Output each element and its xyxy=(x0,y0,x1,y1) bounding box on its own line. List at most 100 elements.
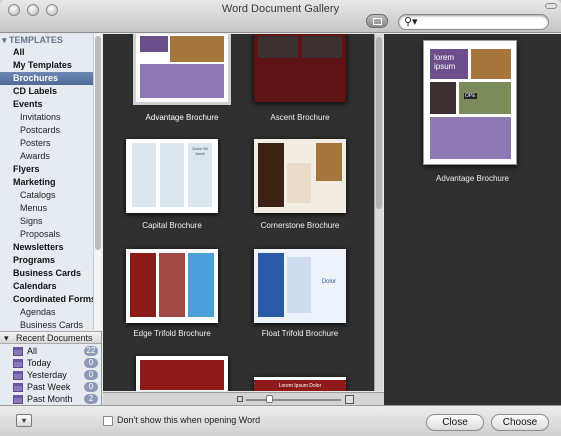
template-label[interactable]: Ascent Brochure xyxy=(240,113,360,122)
search-input[interactable] xyxy=(421,16,543,28)
scroll-thumb[interactable] xyxy=(376,37,382,209)
recent-item-past-week[interactable]: Past Week 0 xyxy=(0,381,101,393)
sidebar-item-calendars[interactable]: Calendars xyxy=(0,280,93,293)
sidebar-item-agendas[interactable]: Agendas xyxy=(0,306,93,319)
template-label[interactable]: Capital Brochure xyxy=(112,221,232,230)
thumbnail-size-slider[interactable] xyxy=(246,399,341,401)
thumbnail-size-bar xyxy=(103,392,384,405)
thumb-panel xyxy=(140,360,224,390)
sidebar-item-coordinated-forms[interactable]: Coordinated Forms xyxy=(0,293,96,306)
template-float-trifold-brochure[interactable]: Dolor xyxy=(254,249,346,323)
calendar-icon xyxy=(13,395,23,404)
template-label[interactable]: Edge Trifold Brochure xyxy=(112,329,232,338)
sidebar-item-programs[interactable]: Programs xyxy=(0,254,93,267)
recent-label: All xyxy=(27,346,38,356)
sidebar-item-posters[interactable]: Posters xyxy=(0,137,93,150)
dont-show-checkbox[interactable] xyxy=(103,416,113,426)
toolbar-toggle-icon[interactable] xyxy=(545,3,557,9)
template-label[interactable]: Float Trifold Brochure xyxy=(240,329,360,338)
calendar-icon xyxy=(13,347,23,356)
template-advantage-brochure[interactable] xyxy=(133,34,231,105)
section-label: TEMPLATES xyxy=(9,35,63,45)
count-badge: 2 xyxy=(84,394,98,404)
sidebar-item-proposals[interactable]: Proposals xyxy=(0,228,93,241)
thumb-photo xyxy=(302,36,342,58)
preview-heading: ipsum xyxy=(434,62,456,71)
recent-label: Yesterday xyxy=(27,370,67,380)
sidebar-item-all[interactable]: All xyxy=(0,46,93,59)
template-partial-2[interactable]: Lorem Ipsum Dolor xyxy=(254,377,346,391)
preview-image: lorem ipsum OPE xyxy=(424,41,516,164)
template-edge-trifold-brochure[interactable] xyxy=(126,249,218,323)
recent-header-label: Recent Documents xyxy=(16,333,93,343)
dont-show-label[interactable]: Don't show this when opening Word xyxy=(117,415,260,425)
disclosure-triangle-icon[interactable]: ▾ xyxy=(4,332,9,344)
window: Word Document Gallery ⚲▾ ▾ TEMPLATES All… xyxy=(0,0,561,436)
preview-title: Advantage Brochure xyxy=(436,174,509,183)
sidebar-item-menus[interactable]: Menus xyxy=(0,202,93,215)
recent-label: Past Month xyxy=(27,394,73,404)
recent-documents-header[interactable]: ▾ Recent Documents xyxy=(0,332,101,344)
calendar-icon xyxy=(13,371,23,380)
view-toggle-button[interactable] xyxy=(366,14,388,28)
preview-heading: lorem xyxy=(434,53,455,62)
sidebar-item-catalogs[interactable]: Catalogs xyxy=(0,189,93,202)
search-field[interactable]: ⚲▾ xyxy=(398,14,549,30)
sidebar-item-postcards[interactable]: Postcards xyxy=(0,124,93,137)
large-thumbnail-icon[interactable] xyxy=(345,395,354,404)
preview-text-block xyxy=(430,117,511,159)
thumb-photo xyxy=(170,36,224,62)
thumb-photo xyxy=(258,36,298,58)
template-label[interactable]: Advantage Brochure xyxy=(122,113,242,122)
choose-button[interactable]: Choose xyxy=(491,414,549,431)
sidebar-item-newsletters[interactable]: Newsletters xyxy=(0,241,93,254)
recent-label: Past Week xyxy=(27,382,71,392)
bottom-bar: ▾ Don't show this when opening Word Clos… xyxy=(0,405,561,436)
sidebar-item-cd-labels[interactable]: CD Labels xyxy=(0,85,93,98)
thumb-panel xyxy=(287,163,311,203)
small-thumbnail-icon[interactable] xyxy=(237,396,243,402)
sidebar-item-awards[interactable]: Awards xyxy=(0,150,93,163)
sidebar-item-invitations[interactable]: Invitations xyxy=(0,111,93,124)
close-button[interactable]: Close xyxy=(426,414,484,431)
gallery-scrollbar[interactable] xyxy=(374,34,383,391)
share-menu-icon[interactable]: ▾ xyxy=(16,414,32,427)
recent-documents-panel: ▾ Recent Documents All 22 Today 0 Yesterday… xyxy=(0,331,102,405)
thumb-photo xyxy=(316,143,342,181)
count-badge: 0 xyxy=(84,382,98,392)
sidebar-item-flyers[interactable]: Flyers xyxy=(0,163,93,176)
slider-knob[interactable] xyxy=(266,395,273,403)
sidebar-item-business-cards[interactable]: Business Cards xyxy=(0,267,93,280)
thumb-panel: Dolor Sit Amet xyxy=(188,143,212,207)
thumb-panel xyxy=(258,253,284,317)
template-partial-1[interactable] xyxy=(136,356,228,391)
scroll-thumb[interactable] xyxy=(95,36,101,250)
template-label[interactable]: Cornerstone Brochure xyxy=(240,221,360,230)
thumb-panel xyxy=(159,253,185,317)
thumb-panel xyxy=(160,143,184,207)
template-capital-brochure[interactable]: Dolor Sit Amet xyxy=(126,139,218,213)
sidebar-item-my-templates[interactable]: My Templates xyxy=(0,59,93,72)
sidebar-item-brochures[interactable]: Brochures xyxy=(0,72,93,85)
magnifier-dropdown-icon[interactable]: ⚲▾ xyxy=(404,15,418,29)
sidebar-item-signs[interactable]: Signs xyxy=(0,215,93,228)
recent-item-all[interactable]: All 22 xyxy=(0,345,101,357)
view-icon xyxy=(373,18,382,25)
thumb-text: Dolor xyxy=(321,279,337,285)
calendar-icon xyxy=(13,359,23,368)
calendar-icon xyxy=(13,383,23,392)
sidebar-scrollbar[interactable] xyxy=(93,34,102,330)
sidebar-item-marketing[interactable]: Marketing xyxy=(0,176,93,189)
recent-item-yesterday[interactable]: Yesterday 0 xyxy=(0,369,101,381)
thumb-panel xyxy=(287,257,311,313)
template-ascent-brochure[interactable] xyxy=(254,34,346,102)
disclosure-triangle-icon[interactable]: ▾ xyxy=(2,35,9,45)
preview-photo xyxy=(430,82,456,114)
recent-item-today[interactable]: Today 0 xyxy=(0,357,101,369)
template-cornerstone-brochure[interactable] xyxy=(254,139,346,213)
thumb-text: Lorem Ipsum Dolor xyxy=(254,380,346,391)
recent-item-past-month[interactable]: Past Month 2 xyxy=(0,393,101,405)
recent-label: Today xyxy=(27,358,52,368)
sidebar-item-forms-business-cards[interactable]: Business Cards xyxy=(0,319,93,330)
sidebar-item-events[interactable]: Events xyxy=(0,98,93,111)
